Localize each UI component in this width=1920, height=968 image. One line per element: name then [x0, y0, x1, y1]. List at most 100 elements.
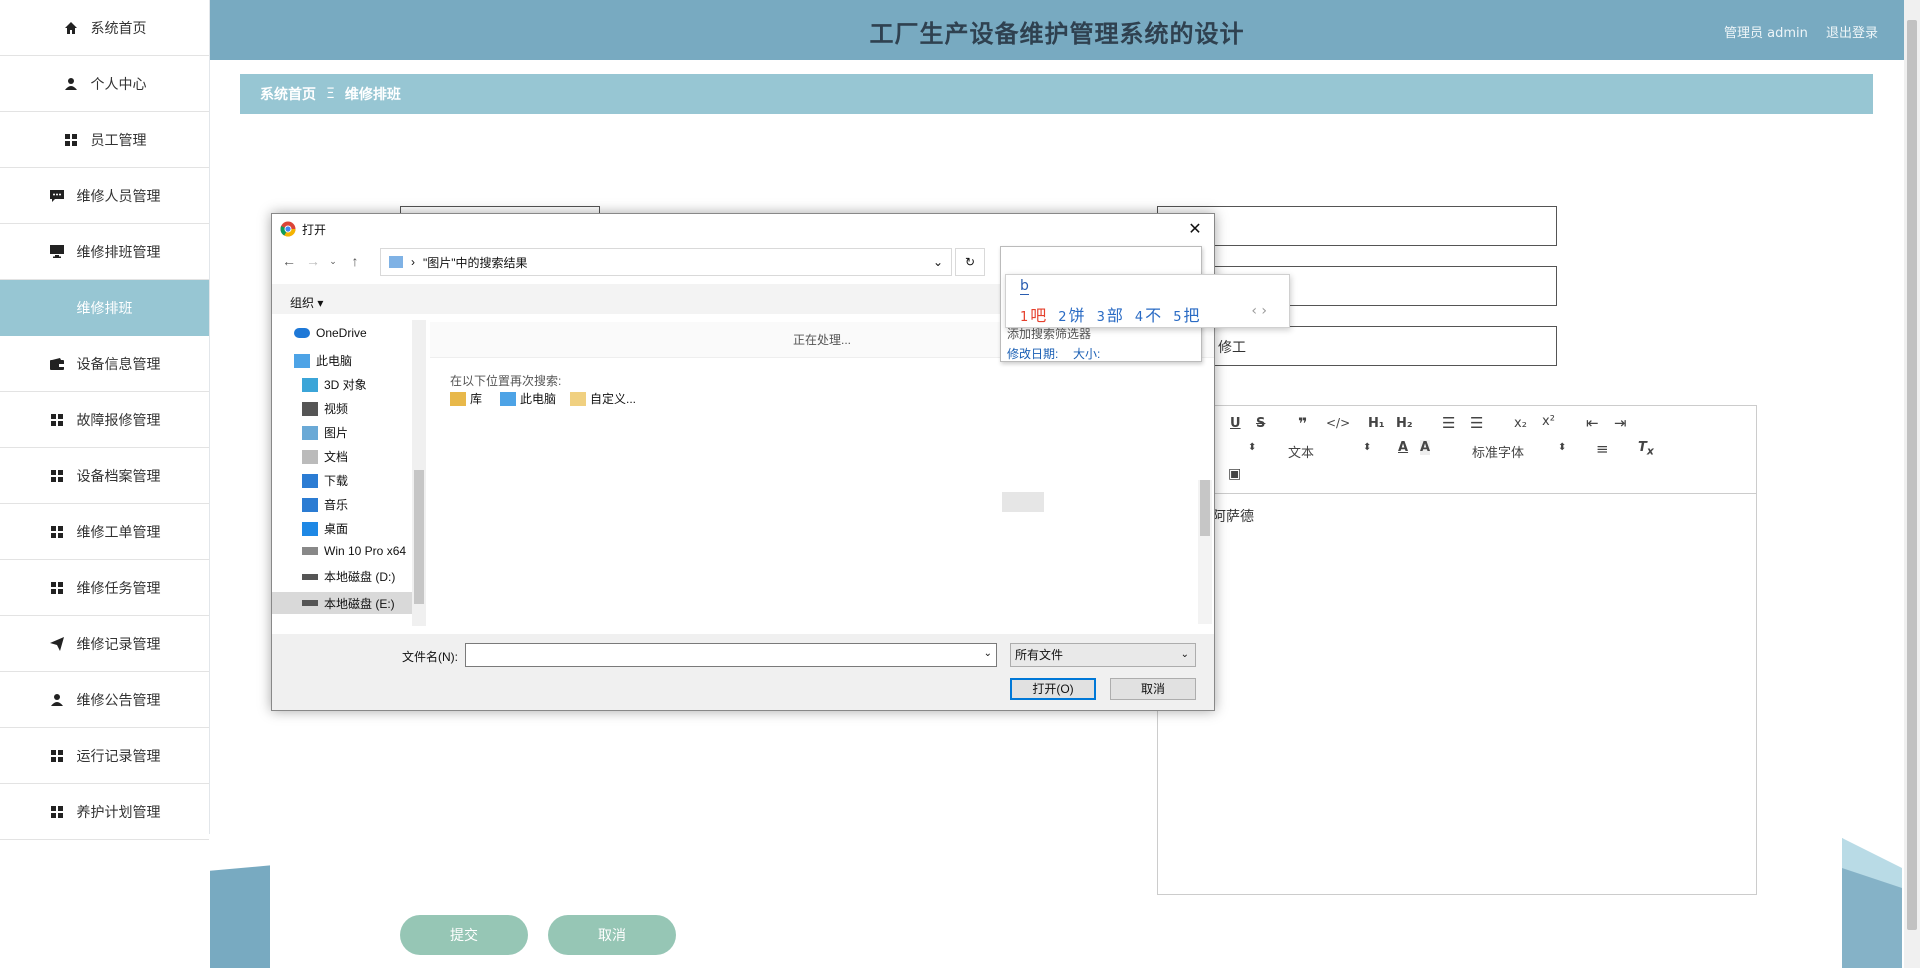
nav-item-video[interactable]: 视频	[302, 400, 348, 417]
location-library[interactable]: 库	[450, 390, 482, 407]
superscript-button[interactable]: x²	[1542, 414, 1555, 429]
page-scrollbar-thumb[interactable]	[1907, 20, 1917, 930]
sidebar-item-home[interactable]: 系统首页	[0, 0, 209, 56]
clear-format-icon[interactable]: Tx	[1638, 440, 1654, 458]
breadcrumb-home[interactable]: 系统首页	[260, 84, 316, 104]
sidebar: 系统首页 个人中心 员工管理 维修人员管理 维修排班管理 维修排班 设备信息管理…	[0, 0, 210, 840]
font-family-select[interactable]: 标准字体	[1472, 442, 1524, 461]
nav-item-downloads[interactable]: 下载	[302, 472, 348, 489]
nav-item-this-pc[interactable]: 此电脑	[294, 352, 352, 369]
ime-candidate[interactable]: 4不	[1135, 302, 1161, 326]
sidebar-item-archive[interactable]: 设备档案管理	[0, 448, 209, 504]
save-icon[interactable]: ▣	[1228, 466, 1241, 482]
sidebar-item-task[interactable]: 维修任务管理	[0, 560, 209, 616]
sidebar-item-record[interactable]: 维修记录管理	[0, 616, 209, 672]
font-family-arrow-icon[interactable]: ⬍	[1558, 442, 1566, 453]
location-this-pc[interactable]: 此电脑	[500, 390, 556, 407]
nav-item-desktop[interactable]: 桌面	[302, 520, 348, 537]
loading-placeholder	[1002, 492, 1044, 512]
logout-link[interactable]: 退出登录	[1826, 26, 1878, 41]
ime-candidate[interactable]: 1吧	[1020, 302, 1046, 326]
indent-icon[interactable]: ⇥	[1614, 414, 1627, 432]
nav-scrollbar[interactable]	[412, 320, 426, 626]
sidebar-item-equipment[interactable]: 设备信息管理	[0, 336, 209, 392]
sidebar-item-notice[interactable]: 维修公告管理	[0, 672, 209, 728]
submit-button[interactable]: 提交	[400, 915, 528, 955]
sidebar-item-maintenance-plan[interactable]: 养护计划管理	[0, 784, 209, 840]
content-scrollbar-thumb[interactable]	[1200, 480, 1210, 536]
h2-button[interactable]: H₂	[1396, 416, 1413, 431]
h1-button[interactable]: H₁	[1368, 416, 1385, 431]
location-custom[interactable]: 自定义...	[570, 390, 636, 407]
ime-candidate[interactable]: 5把	[1173, 302, 1199, 326]
form-field-3[interactable]: 修工	[1157, 326, 1557, 366]
location-label: 库	[470, 392, 483, 406]
sidebar-item-label: 设备信息管理	[76, 356, 161, 373]
ime-pager[interactable]: ‹ ›	[1251, 303, 1267, 319]
ime-candidate[interactable]: 3部	[1097, 302, 1123, 326]
nav-item-label: 3D 对象	[324, 378, 367, 392]
open-button[interactable]: 打开(O)	[1010, 678, 1096, 700]
filter-modified-date[interactable]: 修改日期:	[1007, 345, 1058, 362]
content-scrollbar[interactable]	[1198, 480, 1212, 624]
underline-button[interactable]: U	[1230, 416, 1241, 431]
ordered-list-icon[interactable]: ☰	[1442, 414, 1455, 432]
strike-button[interactable]: S	[1256, 416, 1265, 431]
cancel-button[interactable]: 取消	[548, 915, 676, 955]
chevron-down-icon[interactable]: ⌄	[933, 255, 943, 269]
sidebar-item-operation[interactable]: 运行记录管理	[0, 728, 209, 784]
forward-arrow-icon[interactable]: →	[304, 252, 322, 270]
refresh-icon[interactable]: ↻	[955, 248, 985, 276]
sidebar-item-fault[interactable]: 故障报修管理	[0, 392, 209, 448]
recent-dropdown-icon[interactable]: ⌄	[324, 252, 342, 270]
sidebar-item-label: 员工管理	[90, 132, 147, 149]
align-icon[interactable]: ≡	[1596, 440, 1609, 458]
nav-scrollbar-thumb[interactable]	[414, 470, 424, 604]
size-select-arrow-icon[interactable]: ⬍	[1248, 442, 1256, 453]
page-scrollbar[interactable]	[1904, 0, 1920, 968]
nav-item-label: 文档	[324, 450, 349, 464]
back-arrow-icon[interactable]: ←	[280, 252, 298, 270]
form-field-3-value: 修工	[1218, 340, 1246, 356]
text-style-arrow-icon[interactable]: ⬍	[1363, 442, 1371, 453]
editor-content[interactable]: 芬阿萨德	[1158, 494, 1756, 538]
font-color-icon[interactable]: A	[1398, 440, 1408, 455]
chevron-down-icon[interactable]: ⌄	[1181, 644, 1189, 666]
organize-menu[interactable]: 组织 ▾	[290, 294, 323, 311]
ime-candidate[interactable]: 2饼	[1058, 302, 1084, 326]
nav-item-documents[interactable]: 文档	[302, 448, 348, 465]
code-icon[interactable]: </>	[1326, 416, 1350, 430]
sidebar-item-profile[interactable]: 个人中心	[0, 56, 209, 112]
nav-item-pictures[interactable]: 图片	[302, 424, 348, 441]
drive-icon	[302, 573, 318, 580]
address-bar[interactable]: › "图片"中的搜索结果 ⌄	[380, 248, 952, 276]
up-arrow-icon[interactable]: ↑	[346, 252, 364, 270]
sidebar-item-repair-staff[interactable]: 维修人员管理	[0, 168, 209, 224]
sidebar-item-workorder[interactable]: 维修工单管理	[0, 504, 209, 560]
close-icon[interactable]: ✕	[1184, 218, 1206, 240]
text-style-select[interactable]: 文本	[1288, 442, 1314, 461]
chevron-down-icon[interactable]: ⌄	[984, 648, 992, 659]
sidebar-item-schedule-mgmt[interactable]: 维修排班管理	[0, 224, 209, 280]
subscript-button[interactable]: x₂	[1514, 416, 1527, 431]
bullet-list-icon[interactable]: ☰	[1470, 414, 1483, 432]
background-color-icon[interactable]: A	[1420, 440, 1431, 455]
location-label: 此电脑	[520, 392, 557, 406]
sidebar-item-schedule[interactable]: 维修排班	[0, 280, 209, 336]
nav-item-drive-e[interactable]: 本地磁盘 (E:)	[272, 592, 412, 614]
nav-item-3d[interactable]: 3D 对象	[302, 376, 367, 393]
ime-candidate-number: 1	[1020, 310, 1029, 325]
sidebar-item-staff[interactable]: 员工管理	[0, 112, 209, 168]
outdent-icon[interactable]: ⇤	[1586, 414, 1599, 432]
nav-item-drive-c[interactable]: Win 10 Pro x64	[302, 544, 406, 558]
quote-icon[interactable]: ❞	[1298, 414, 1307, 433]
nav-item-onedrive[interactable]: OneDrive	[294, 326, 367, 340]
nav-item-music[interactable]: 音乐	[302, 496, 348, 513]
filter-size[interactable]: 大小:	[1073, 345, 1100, 362]
filetype-select[interactable]: 所有文件 ⌄	[1010, 643, 1196, 667]
editor-toolbar: U S ❞ </> H₁ H₂ ☰ ☰ x₂ x² ⇤ ⇥ ⬍ 文本 ⬍ A A…	[1158, 406, 1756, 494]
dialog-cancel-button[interactable]: 取消	[1110, 678, 1196, 700]
form-field-1[interactable]	[1157, 206, 1557, 246]
filename-input[interactable]: ⌄	[465, 643, 997, 667]
nav-item-drive-d[interactable]: 本地磁盘 (D:)	[302, 568, 395, 585]
